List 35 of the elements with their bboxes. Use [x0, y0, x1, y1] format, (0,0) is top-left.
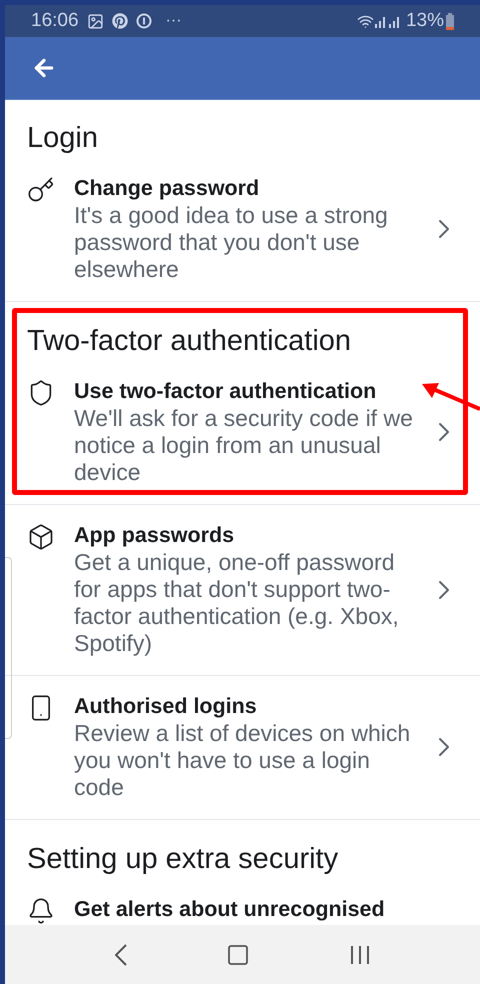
signal-icon — [388, 14, 402, 28]
bell-icon — [27, 897, 55, 925]
pinterest-icon — [112, 13, 128, 29]
item-description: Review a list of devices on which you won't have to use a login code — [74, 720, 412, 801]
circle-icon — [136, 13, 152, 29]
item-description: Get a unique, one-off password for apps that don't support two-factor authentication (e.g. Xbox, Spotify) — [74, 549, 400, 657]
recents-icon — [348, 944, 370, 964]
image-icon — [86, 12, 104, 30]
back-nav-button[interactable] — [114, 944, 126, 966]
section-heading: Setting up extra security — [26, 842, 340, 875]
cube-icon — [27, 523, 55, 551]
signal-icon — [374, 14, 388, 28]
settings-item[interactable]: Authorised logins Review a list of devices on which you won't have to use a login code — [5, 693, 428, 801]
settings-item[interactable]: Get alerts about unrecognised — [5, 896, 460, 925]
item-title: App passwords — [74, 522, 236, 549]
section-heading: Login — [26, 121, 99, 154]
settings-item[interactable]: Change password It's a good idea to use a strong password that you don't use elsewhere — [5, 175, 428, 283]
item-title: Authorised logins — [74, 693, 258, 720]
recents-button[interactable] — [348, 944, 370, 964]
section-heading: Two-factor authentication — [26, 324, 352, 357]
settings-item[interactable]: Use two-factor authentication We'll ask for a security code if we notice a login from an unusual device — [5, 378, 428, 486]
battery-percent: 13% — [406, 8, 444, 33]
item-title: Get alerts about unrecognised — [74, 896, 386, 923]
item-description: We'll ask for a security code if we notice a login from an unusual device — [74, 405, 414, 486]
home-button[interactable] — [226, 942, 250, 966]
item-title: Change password — [74, 175, 260, 202]
home-icon — [226, 942, 250, 966]
item-description: It's a good idea to use a strong password that you don't use elsewhere — [74, 202, 389, 283]
settings-item[interactable]: App passwords Get a unique, one-off password for apps that don't support two-factor authentication (e.g. Xbox, Spotify) — [5, 522, 428, 657]
battery-icon — [446, 12, 454, 30]
item-title: Use two-factor authentication — [74, 378, 378, 405]
status-time: 16:06 — [31, 8, 79, 33]
back-nav-icon — [114, 944, 126, 966]
more-notifications: ··· — [166, 11, 182, 31]
key-icon — [27, 176, 55, 204]
